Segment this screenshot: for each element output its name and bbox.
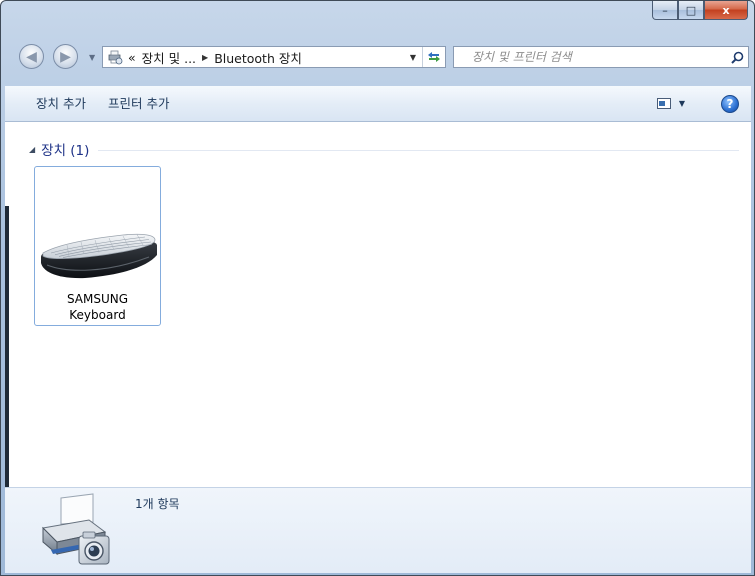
search-icon[interactable] <box>726 51 748 64</box>
device-name-line2: Keyboard <box>69 308 126 322</box>
command-bar-right: ▼ ? <box>651 92 739 116</box>
device-name-line1: SAMSUNG <box>66 292 129 306</box>
explorer-window: – □ x ◀ ▶ ▼ « 장치 및 ... ▶ Bluetooth 장치 ▼ <box>0 0 755 576</box>
navigation-bar: ◀ ▶ ▼ « 장치 및 ... ▶ Bluetooth 장치 ▼ <box>1 41 754 71</box>
maximize-button[interactable]: □ <box>678 1 704 20</box>
refresh-button[interactable] <box>422 47 445 67</box>
search-box[interactable] <box>453 46 749 68</box>
forward-arrow-icon: ▶ <box>60 48 71 65</box>
collapse-arrow-icon[interactable]: ◢ <box>29 145 35 154</box>
group-header-devices[interactable]: ◢ 장치 (1) <box>29 140 739 159</box>
change-view-button[interactable]: ▼ <box>651 92 691 116</box>
help-icon: ? <box>726 96 734 111</box>
address-dropdown-icon[interactable]: ▼ <box>404 53 422 62</box>
address-bar[interactable]: « 장치 및 ... ▶ Bluetooth 장치 ▼ <box>102 46 446 68</box>
device-name: SAMSUNG Keyboard <box>35 291 160 323</box>
recent-pages-dropdown[interactable]: ▼ <box>89 53 95 62</box>
caption-buttons: – □ x <box>652 1 748 21</box>
search-input[interactable] <box>454 47 726 67</box>
back-arrow-icon: ◀ <box>26 48 37 65</box>
refresh-icon <box>428 52 440 62</box>
back-button[interactable]: ◀ <box>19 44 44 69</box>
breadcrumb-bluetooth-devices[interactable]: Bluetooth 장치 <box>211 48 305 67</box>
group-title: 장치 (1) <box>41 143 90 159</box>
devices-printers-icon <box>108 50 123 65</box>
forward-button[interactable]: ▶ <box>53 44 78 69</box>
close-button[interactable]: x <box>704 1 748 20</box>
device-tile-samsung-keyboard[interactable]: SAMSUNG Keyboard <box>34 166 161 326</box>
command-bar: 장치 추가 프린터 추가 ▼ ? <box>5 86 751 122</box>
address-overflow-chevron[interactable]: « <box>125 50 139 65</box>
minimize-button[interactable]: – <box>652 1 678 20</box>
details-pane: 1개 항목 <box>5 487 751 573</box>
add-printer-button[interactable]: 프린터 추가 <box>97 91 180 117</box>
view-icon <box>656 98 671 109</box>
item-count-text: 1개 항목 <box>135 497 180 511</box>
title-bar[interactable]: – □ x <box>1 1 754 41</box>
group-divider <box>98 149 739 151</box>
help-button[interactable]: ? <box>721 94 739 113</box>
breadcrumb-separator-icon[interactable]: ▶ <box>199 53 211 62</box>
view-dropdown-icon[interactable]: ▼ <box>679 99 685 108</box>
devices-printers-icon <box>41 493 110 565</box>
device-list-pane[interactable]: ◢ 장치 (1) SAMSUNG Keyboard <box>13 122 751 487</box>
keyboard-icon <box>41 233 157 279</box>
breadcrumb-devices-printers[interactable]: 장치 및 ... <box>139 48 199 67</box>
add-device-button[interactable]: 장치 추가 <box>25 91 97 117</box>
